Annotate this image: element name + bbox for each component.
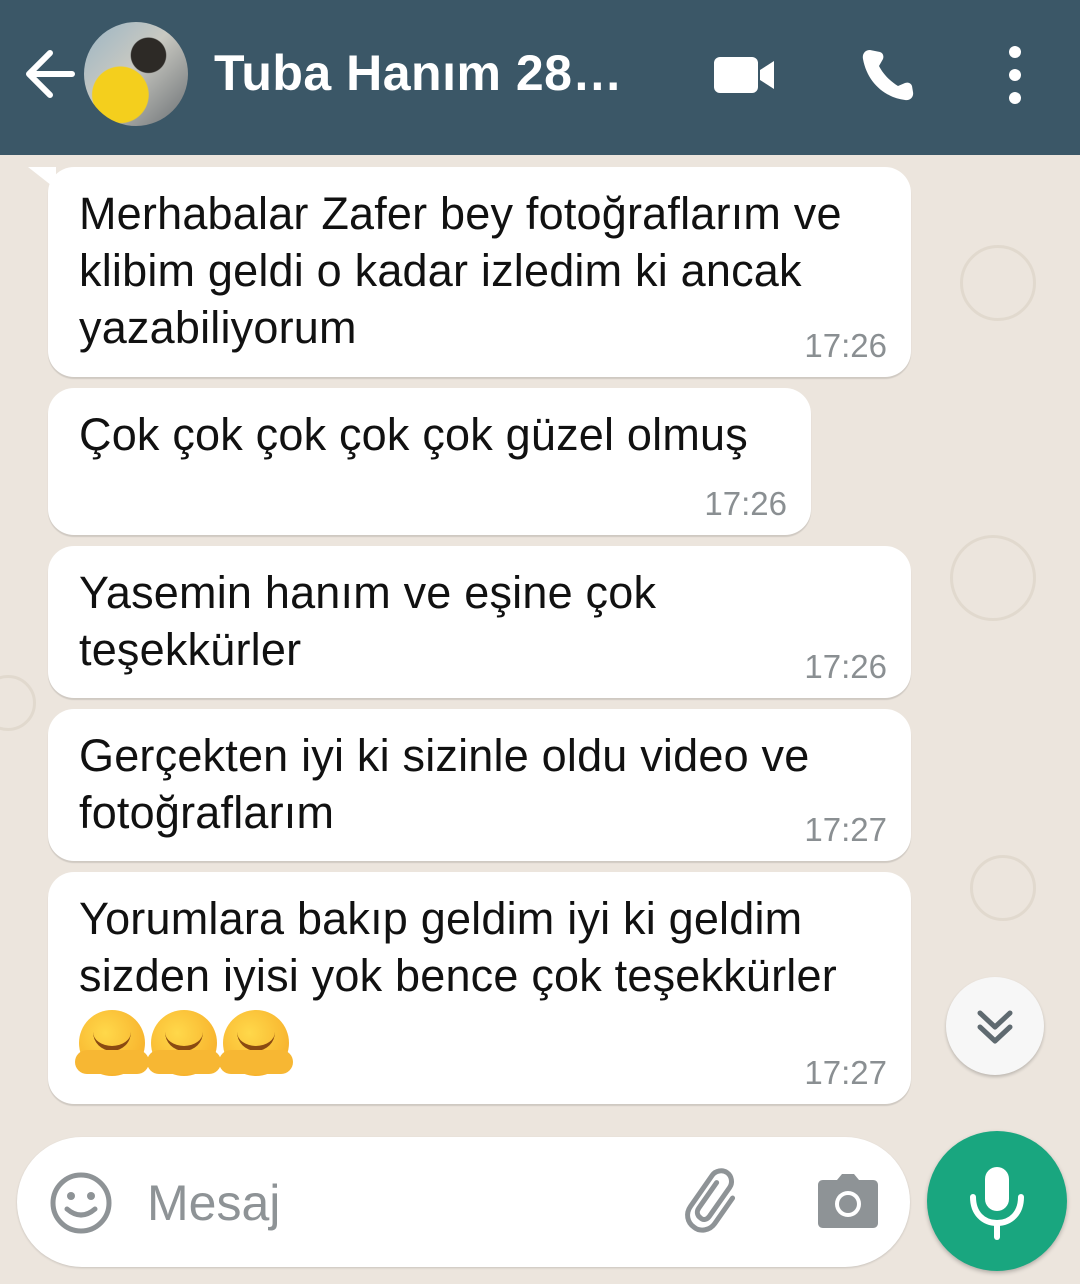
wallpaper-doodle: [950, 535, 1036, 621]
camera-icon: [818, 1174, 878, 1228]
chat-header: Tuba Hanım 28…: [0, 0, 1080, 155]
message-time: 17:27: [804, 1054, 887, 1091]
contact-name[interactable]: Tuba Hanım 28…: [214, 44, 634, 102]
paperclip-icon: [685, 1168, 736, 1233]
incoming-message[interactable]: Çok çok çok çok çok güzel olmuş 17:26: [48, 388, 811, 535]
videocam-icon: [714, 57, 774, 93]
hugging-face-emoji: [219, 1010, 293, 1076]
message-text: Yasemin hanım ve eşine çok teşekkürler: [79, 567, 657, 675]
wallpaper-doodle: [960, 245, 1036, 321]
voice-record-button[interactable]: [927, 1131, 1067, 1271]
message-time: 17:26: [704, 485, 787, 522]
message-time: 17:26: [804, 648, 887, 685]
message-input[interactable]: [145, 1167, 649, 1239]
wallpaper-doodle: [0, 675, 36, 731]
incoming-message[interactable]: Yorumlara bakıp geldim iyi ki geldim siz…: [48, 872, 911, 1104]
hugging-face-emoji: [147, 1010, 221, 1076]
video-call-button[interactable]: [710, 44, 780, 106]
hugging-face-emoji: [75, 1010, 149, 1076]
scroll-to-bottom-button[interactable]: [946, 977, 1044, 1075]
mic-icon: [970, 1167, 1024, 1240]
contact-avatar[interactable]: [84, 22, 188, 126]
message-text: Merhabalar Zafer bey fotoğraflarım ve kl…: [79, 188, 842, 353]
message-time: 17:27: [804, 811, 887, 848]
bubble-tail: [28, 167, 56, 189]
incoming-message[interactable]: Yasemin hanım ve eşine çok teşekkürler 1…: [48, 546, 911, 698]
more-vertical-icon: [1009, 46, 1021, 104]
attach-button[interactable]: [681, 1167, 751, 1237]
wallpaper-doodle: [970, 855, 1036, 921]
message-list[interactable]: Merhabalar Zafer bey fotoğraflarım ve kl…: [0, 155, 1080, 1284]
emoji-button[interactable]: [49, 1171, 113, 1235]
message-text: Çok çok çok çok çok güzel olmuş: [79, 409, 748, 460]
incoming-message[interactable]: Gerçekten iyi ki sizinle oldu video ve f…: [48, 709, 911, 861]
incoming-message[interactable]: Merhabalar Zafer bey fotoğraflarım ve kl…: [28, 167, 911, 377]
more-options-button[interactable]: [990, 44, 1040, 106]
phone-icon: [862, 50, 914, 101]
emoji-row: [75, 1010, 881, 1080]
message-time: 17:26: [804, 327, 887, 364]
voice-call-button[interactable]: [856, 44, 922, 106]
message-text: Yorumlara bakıp geldim iyi ki geldim siz…: [79, 893, 837, 1001]
arrow-left-icon: [26, 50, 75, 98]
camera-button[interactable]: [813, 1167, 883, 1237]
back-button[interactable]: [22, 44, 78, 104]
smiley-icon: [50, 1172, 112, 1234]
message-text: Gerçekten iyi ki sizinle oldu video ve f…: [79, 730, 810, 838]
double-chevron-down-icon: [977, 1010, 1013, 1044]
message-composer: [17, 1137, 910, 1267]
